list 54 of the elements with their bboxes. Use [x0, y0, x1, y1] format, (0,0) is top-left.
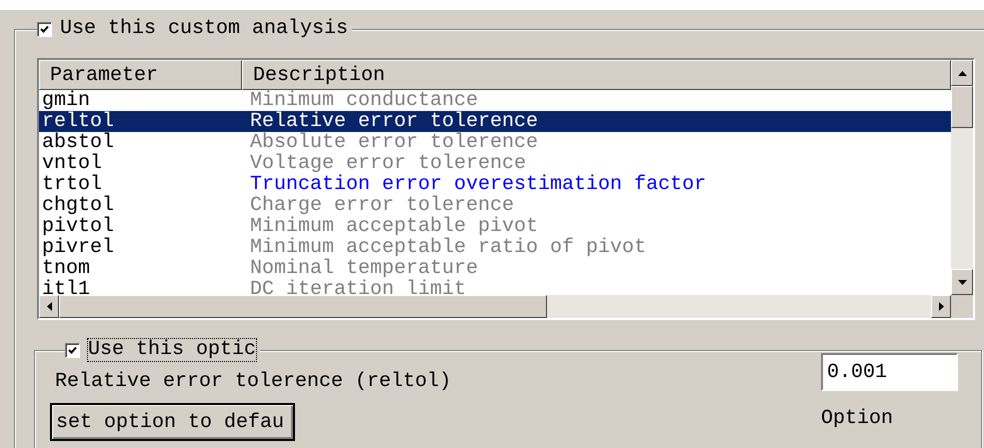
check-icon	[68, 346, 77, 354]
list-row[interactable]: gmin Minimum conductance	[39, 90, 951, 111]
description-cell-text: Charge error tolerence	[249, 195, 514, 216]
list-row[interactable]: vntol Voltage error tolerence	[39, 153, 951, 174]
scroll-right-button[interactable]	[931, 295, 951, 318]
left-arrow-icon	[46, 302, 52, 311]
parameter-cell-text: trtol	[41, 174, 102, 195]
parameter-cell-text: vntol	[41, 153, 104, 174]
option-name: Relative error tolerence (reltol)	[55, 371, 452, 393]
scroll-thumb[interactable]	[59, 295, 547, 318]
checkbox[interactable]	[65, 342, 80, 358]
description-cell-text: Voltage error tolerence	[249, 153, 526, 174]
description-cell-text: Relative error tolerence	[249, 111, 540, 132]
checkbox[interactable]	[37, 22, 52, 36]
list-row[interactable]: itl1 DC iteration limit	[39, 279, 951, 295]
scroll-left-button[interactable]	[39, 295, 59, 318]
parameter-cell-text: pivtol	[41, 216, 116, 237]
description-cell-text: Minimum conductance	[249, 90, 478, 111]
list-row[interactable]: pivtol Minimum acceptable pivot	[39, 216, 951, 237]
description-cell-text: Absolute error tolerence	[249, 132, 540, 153]
description-cell-text: Minimum acceptable ratio of pivot	[249, 237, 648, 258]
vertical-scrollbar[interactable]	[951, 60, 973, 295]
list-row[interactable]: abstol Absolute error tolerence	[39, 132, 951, 153]
right-arrow-icon	[938, 302, 944, 311]
description-cell-text: Truncation error overestimation factor	[249, 174, 708, 195]
down-arrow-icon	[958, 280, 966, 284]
scroll-down-button[interactable]	[951, 269, 973, 295]
value-label: Option	[821, 407, 894, 430]
parameter-cell-text: gmin	[41, 90, 90, 111]
parameter-cell-text: chgtol	[41, 195, 116, 216]
column-header[interactable]: Description	[242, 60, 951, 90]
parameter-cell-text: tnom	[41, 258, 92, 279]
list-row[interactable]: tnom Nominal temperature	[39, 258, 951, 279]
list-row[interactable]: pivrel Minimum acceptable ratio of pivot	[39, 237, 951, 258]
parameter-cell-text: pivrel	[41, 237, 116, 258]
parameter-cell-text: reltol	[41, 111, 116, 132]
checkbox-label[interactable]: Use this custom analysis	[60, 18, 348, 40]
scroll-up-button[interactable]	[951, 60, 973, 86]
selected-row[interactable]: reltol Relative error tolerence	[39, 111, 951, 132]
value-field[interactable]: 0.001	[821, 353, 958, 391]
parameter-cell-text: itl1	[41, 279, 92, 295]
description-cell-text: DC iteration limit	[249, 279, 468, 295]
list-row[interactable]: chgtol Charge error tolerence	[39, 195, 951, 216]
horizontal-scrollbar[interactable]	[39, 295, 951, 318]
description-cell-text: Nominal temperature	[249, 258, 480, 279]
list-row[interactable]: trtol Truncation error overestimation factor	[39, 174, 951, 195]
scrollbar-corner	[951, 295, 973, 318]
parameter-cell-text: abstol	[41, 132, 116, 153]
up-arrow-icon	[958, 70, 966, 76]
column-header[interactable]: Parameter	[39, 60, 242, 90]
check-icon	[40, 24, 49, 34]
description-cell-text: Minimum acceptable pivot	[249, 216, 540, 237]
scroll-thumb[interactable]	[951, 86, 973, 128]
reset-button[interactable]: set option to defau	[50, 403, 295, 441]
